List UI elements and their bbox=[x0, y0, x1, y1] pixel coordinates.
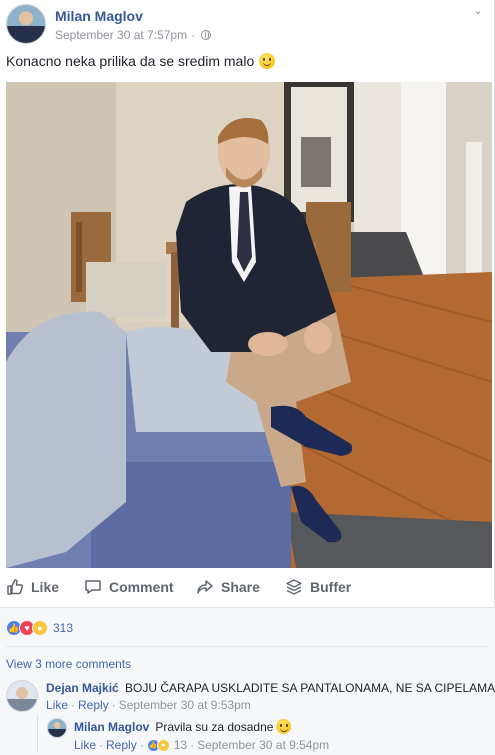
reply-author-link[interactable]: Milan Maglov bbox=[74, 720, 149, 734]
comment-meta: Like · Reply · September 30 at 9:53pm bbox=[46, 698, 251, 712]
comment-meta-separator: · bbox=[111, 698, 116, 712]
thumbs-up-icon bbox=[7, 579, 24, 595]
meta-separator: · bbox=[191, 28, 196, 42]
view-more-comments-link[interactable]: View 3 more comments bbox=[6, 657, 131, 671]
commenter-name-link[interactable]: Dejan Majkić bbox=[46, 681, 119, 695]
comment-body: Dejan Majkić BOJU ČARAPA USKLADITE SA PA… bbox=[46, 681, 495, 695]
reply-meta-separator: · bbox=[190, 738, 195, 752]
reply-reply-link[interactable]: Reply bbox=[106, 738, 137, 752]
reply-body: Milan Maglov Pravila su za dosadne bbox=[74, 719, 292, 734]
reactions-divider bbox=[6, 646, 489, 647]
comment-button[interactable]: Comment bbox=[84, 578, 174, 596]
reply-meta: Like · Reply · 👍 ● 13 · September 30 at … bbox=[74, 738, 329, 752]
reply-thread-line bbox=[37, 715, 38, 753]
post-timestamp[interactable]: September 30 at 7:57pm bbox=[55, 28, 187, 42]
reply-reaction-count[interactable]: 13 bbox=[174, 738, 187, 752]
like-button[interactable]: Like bbox=[6, 578, 59, 596]
buffer-button[interactable]: Buffer bbox=[285, 578, 351, 596]
comment-like-link[interactable]: Like bbox=[46, 698, 68, 712]
comment-text: BOJU ČARAPA USKLADITE SA PANTALONAMA, NE… bbox=[125, 681, 495, 695]
reply-meta-separator: · bbox=[139, 738, 144, 752]
share-button[interactable]: Share bbox=[196, 578, 260, 596]
photo-illustration bbox=[6, 82, 492, 568]
post-action-bar: Like Comment Share Buffer bbox=[0, 574, 495, 602]
reply-timestamp[interactable]: September 30 at 9:54pm bbox=[197, 738, 329, 752]
facebook-post: Milan Maglov September 30 at 7:57pm · ⌄ … bbox=[0, 0, 495, 755]
comment-label: Comment bbox=[109, 579, 174, 595]
post-options-chevron-icon[interactable]: ⌄ bbox=[470, 4, 486, 17]
buffer-stack-icon bbox=[286, 579, 302, 595]
comment-meta-separator: · bbox=[71, 698, 76, 712]
share-label: Share bbox=[221, 579, 260, 595]
reply-meta-separator: · bbox=[99, 738, 104, 752]
author-avatar[interactable] bbox=[6, 4, 46, 44]
author-name-link[interactable]: Milan Maglov bbox=[55, 8, 143, 24]
reply-avatar[interactable] bbox=[47, 718, 67, 738]
reply-reactions[interactable]: 👍 ● bbox=[146, 738, 170, 752]
reaction-count[interactable]: 313 bbox=[53, 621, 73, 635]
post-text: Konacno neka prilika da se sredim malo bbox=[6, 53, 276, 69]
reactions-summary[interactable]: 👍 ♥ ● 313 bbox=[6, 620, 73, 636]
wow-reaction-icon: ● bbox=[32, 620, 48, 636]
share-arrow-icon bbox=[197, 580, 213, 594]
post-header: Milan Maglov September 30 at 7:57pm · ⌄ bbox=[6, 4, 486, 46]
reply-like-link[interactable]: Like bbox=[74, 738, 96, 752]
commenter-avatar[interactable] bbox=[6, 680, 38, 712]
comment-bubble-icon bbox=[85, 580, 101, 594]
smiley-emoji-icon bbox=[259, 53, 276, 69]
post-text-content: Konacno neka prilika da se sredim malo bbox=[6, 53, 255, 69]
post-meta: September 30 at 7:57pm · bbox=[55, 28, 212, 42]
reply-text: Pravila su za dosadne bbox=[155, 719, 274, 734]
buffer-label: Buffer bbox=[310, 579, 352, 595]
comment-timestamp[interactable]: September 30 at 9:53pm bbox=[119, 698, 251, 712]
haha-reaction-icon: ● bbox=[156, 738, 170, 752]
smiley-emoji-icon bbox=[276, 719, 292, 734]
like-label: Like bbox=[31, 579, 60, 595]
globe-icon[interactable] bbox=[201, 30, 212, 40]
comment-reply-link[interactable]: Reply bbox=[78, 698, 109, 712]
post-photo[interactable] bbox=[6, 82, 492, 568]
